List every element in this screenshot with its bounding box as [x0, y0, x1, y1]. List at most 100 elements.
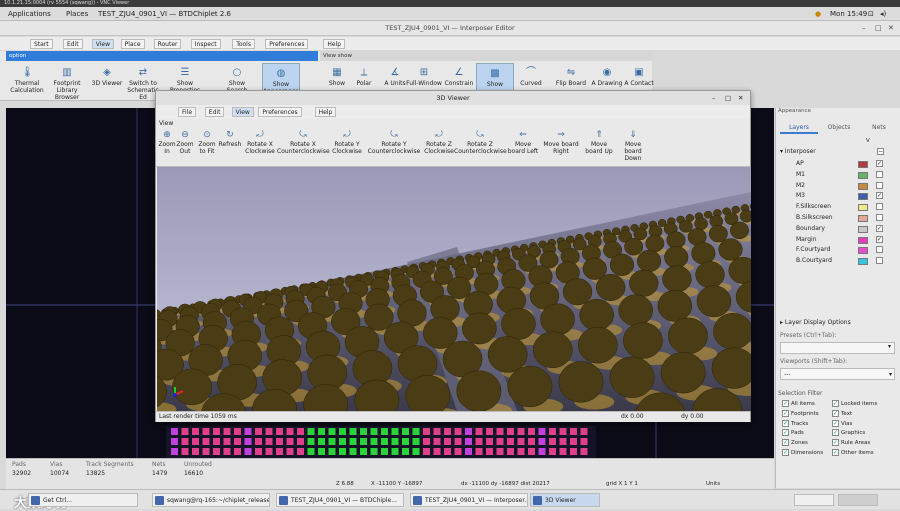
filter-checkbox[interactable]: ✓	[832, 449, 839, 456]
tab-objects[interactable]: Objects	[820, 122, 858, 134]
places-menu[interactable]: Places	[66, 7, 88, 21]
taskbar-item[interactable]: TEST_ZJU4_0901_VI — Interposer...	[410, 493, 528, 507]
menu-start[interactable]: Start	[30, 39, 53, 49]
menu-router[interactable]: Router	[153, 39, 182, 49]
layer-group-interposer[interactable]: ▾ Interposer	[780, 148, 816, 155]
maximize-icon[interactable]: □	[725, 91, 731, 105]
move-board-up-button[interactable]: ⇑ Move board Up	[583, 129, 615, 165]
filter-checkbox[interactable]: ✓	[782, 409, 789, 417]
rotate-y-clockwise-button[interactable]: ⤾ Rotate Y Clockwise	[330, 129, 364, 165]
layer-visibility-checkbox[interactable]	[876, 203, 883, 211]
layer-color-swatch[interactable]	[858, 215, 868, 222]
viewer-menu-preferences[interactable]: Preferences	[258, 107, 302, 117]
viewer-menu-help[interactable]: Help	[314, 107, 337, 117]
move-board-right-button[interactable]: ⇒ Move board Right	[539, 129, 583, 165]
rotate-z-counterclockwise-button[interactable]: ⤿ Rotate Z Counterclockwise	[454, 129, 507, 165]
layer-row[interactable]: Margin ✓	[776, 235, 899, 245]
layer-visibility-checkbox[interactable]: ✓	[876, 192, 883, 200]
filter-checkbox[interactable]: ✓	[782, 439, 789, 447]
layer-visibility-checkbox[interactable]: ✓	[876, 160, 883, 167]
menu-edit[interactable]: Edit	[63, 39, 83, 49]
refresh-button[interactable]: ↻ Refresh	[217, 129, 243, 165]
filter-checkbox[interactable]: ✓	[832, 409, 839, 417]
viewports-dropdown[interactable]: --- ▾	[780, 368, 895, 380]
filter-checkbox[interactable]: ✓	[832, 439, 839, 447]
filter-checkbox[interactable]: ✓	[782, 419, 789, 427]
viewer-menu-file[interactable]: File	[178, 107, 197, 117]
volume-icon[interactable]: ◂)	[880, 7, 886, 21]
layer-color-swatch[interactable]	[858, 193, 868, 201]
layer-visibility-checkbox[interactable]	[876, 214, 883, 221]
taskbar-item[interactable]: Get Ctrl...	[28, 493, 138, 507]
presets-dropdown[interactable]: ▾	[780, 342, 895, 354]
minimize-icon[interactable]: –	[862, 21, 866, 36]
filter-footprints[interactable]: ✓ Footprints	[782, 409, 819, 417]
layer-color-swatch[interactable]	[858, 236, 868, 244]
layer-color-swatch[interactable]	[858, 258, 868, 266]
3d-viewer-button[interactable]: ◈ 3D Viewer	[88, 63, 126, 101]
footprint-library-browser-button[interactable]: ▥ Footprint Library Browser	[48, 63, 86, 102]
menu-place[interactable]: Place	[120, 39, 145, 49]
filter-checkbox[interactable]: ✓	[782, 400, 789, 407]
viewer-menu-view[interactable]: View	[231, 107, 254, 117]
layer-row[interactable]: B.Courtyard	[776, 256, 899, 266]
layer-color-swatch[interactable]	[858, 182, 868, 190]
workspace-switcher-1[interactable]	[794, 494, 834, 506]
menu-inspect[interactable]: Inspect	[190, 39, 221, 49]
menu-preferences[interactable]: Preferences	[265, 39, 309, 49]
layer-color-swatch[interactable]	[858, 171, 868, 179]
layer-color-swatch[interactable]	[858, 204, 868, 212]
layer-row[interactable]: M2	[776, 181, 899, 191]
zoom-out-button[interactable]: ⊖ Zoom Out	[176, 129, 194, 165]
applications-menu[interactable]: Applications	[8, 7, 51, 21]
filter-checkbox[interactable]: ✓	[832, 429, 839, 437]
taskbar-item[interactable]: TEST_ZJU4_0901_VI — BTDChiple...	[276, 493, 404, 507]
layer-color-swatch[interactable]	[858, 161, 868, 168]
tab-nets[interactable]: Nets	[860, 122, 898, 134]
menu-view[interactable]: View	[91, 39, 115, 49]
rotate-x-clockwise-button[interactable]: ⤾ Rotate X Clockwise	[243, 129, 277, 165]
layer-row[interactable]: AP ✓	[776, 159, 899, 169]
filter-dimensions[interactable]: ✓ Dimensions	[782, 449, 823, 456]
network-icon[interactable]: ⊡	[868, 7, 874, 21]
rotate-z-clockwise-button[interactable]: ⤾ Rotate Z Clockwise	[422, 129, 456, 165]
layer-visibility-checkbox[interactable]	[876, 246, 883, 254]
filter-other-items[interactable]: ✓ Other items	[832, 449, 874, 456]
layer-row[interactable]: Boundary ✓	[776, 224, 899, 234]
maximize-icon[interactable]: □	[875, 21, 882, 36]
taskbar-item[interactable]: 3D Viewer	[530, 493, 600, 507]
layer-row[interactable]: M3 ✓	[776, 191, 899, 201]
layer-color-swatch[interactable]	[858, 247, 868, 255]
layer-display-options[interactable]: ▸ Layer Display Options	[780, 319, 851, 326]
menu-help[interactable]: Help	[323, 39, 346, 49]
thermal-calculation-button[interactable]: 🌡 Thermal Calculation	[8, 63, 46, 101]
move-board-left-button[interactable]: ⇐ Move board Left	[506, 129, 540, 165]
filter-checkbox[interactable]: ✓	[832, 419, 839, 427]
filter-tracks[interactable]: ✓ Tracks	[782, 419, 808, 427]
rotate-y-counterclockwise-button[interactable]: ⤿ Rotate Y Counterclockwise	[365, 129, 423, 165]
layer-visibility-checkbox[interactable]	[876, 170, 883, 178]
filter-graphics[interactable]: ✓ Graphics	[832, 429, 865, 437]
taskbar-item[interactable]: sqwang@rq-165:~/chiplet_release/b...	[152, 493, 270, 507]
filter-checkbox[interactable]: ✓	[832, 400, 839, 407]
filter-zones[interactable]: ✓ Zones	[782, 439, 808, 447]
zoom-in-button[interactable]: ⊕ Zoom In	[158, 129, 176, 165]
filter-pads[interactable]: ✓ Pads	[782, 429, 804, 437]
layer-row[interactable]: F.Silkscreen	[776, 202, 899, 212]
menu-tools[interactable]: Tools	[232, 39, 255, 49]
minimize-icon[interactable]: –	[712, 91, 715, 105]
group-visibility-checkbox[interactable]: −	[877, 148, 884, 155]
filter-locked-items[interactable]: ✓ Locked items	[832, 400, 877, 407]
layer-row[interactable]: F.Courtyard	[776, 245, 899, 255]
filter-checkbox[interactable]: ✓	[782, 429, 789, 437]
layer-visibility-checkbox[interactable]	[876, 257, 883, 265]
3d-scene[interactable]	[157, 167, 751, 411]
filter-text[interactable]: ✓ Text	[832, 409, 852, 417]
layer-visibility-checkbox[interactable]: ✓	[876, 224, 883, 232]
filter-rule-areas[interactable]: ✓ Rule Areas	[832, 439, 870, 447]
tab-layers[interactable]: Layers	[780, 122, 818, 134]
layer-visibility-checkbox[interactable]	[876, 181, 883, 189]
close-icon[interactable]: ✕	[888, 21, 894, 36]
3d-viewer-window[interactable]: 3D Viewer – □ ✕ File Edit View Preferences H…	[155, 90, 751, 422]
filter-vias[interactable]: ✓ Vias	[832, 419, 852, 427]
